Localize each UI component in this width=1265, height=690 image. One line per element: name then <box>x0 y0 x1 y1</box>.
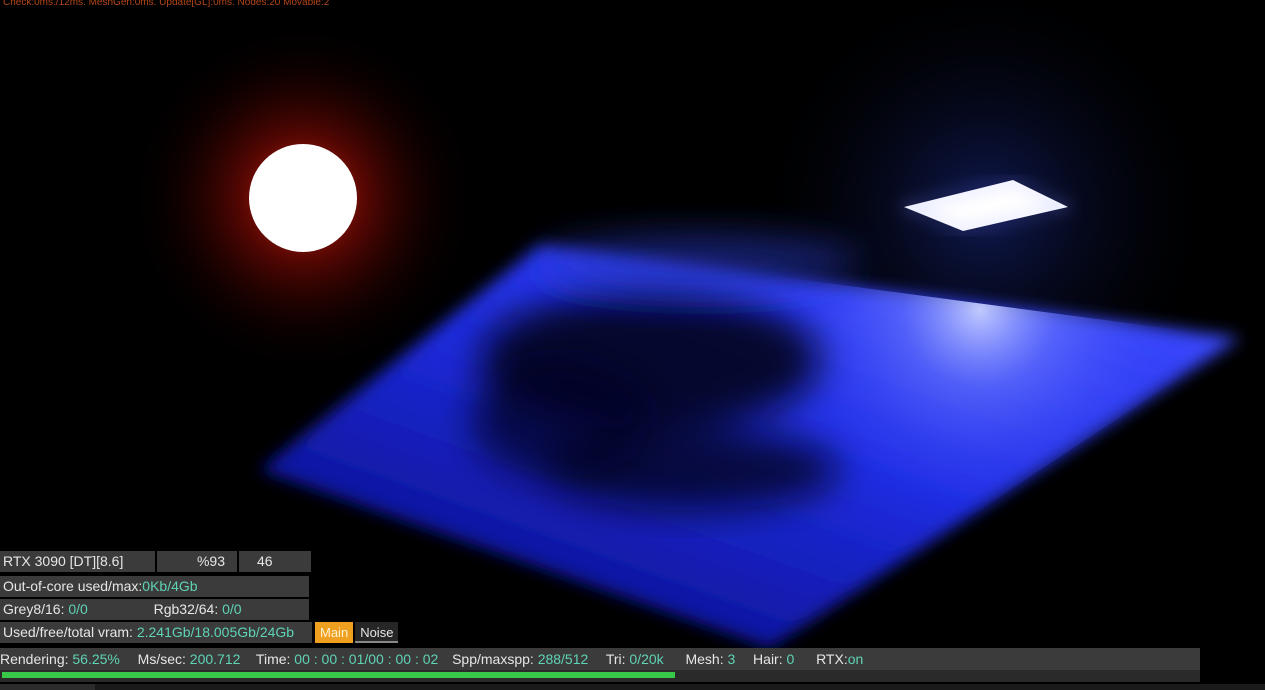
ms-label: Ms/sec: <box>137 651 190 667</box>
rendering-value: 56.25% <box>72 651 120 667</box>
hair-value: 0 <box>786 651 795 667</box>
bottom-strip-handle[interactable] <box>0 684 95 690</box>
ms-value: 200.712 <box>189 651 241 667</box>
mesh-value: 3 <box>727 651 736 667</box>
out-of-core-row: Out-of-core used/max:0Kb/4Gb <box>0 576 309 597</box>
spp-value: 288/512 <box>537 651 589 667</box>
mesh-label: Mesh: <box>685 651 728 667</box>
time-value: 00 : 00 : 01/00 : 00 : 02 <box>294 651 439 667</box>
rtx-label: RTX: <box>816 651 848 667</box>
out-of-core-value: 0Kb/4Gb <box>142 578 198 594</box>
out-of-core-label: Out-of-core used/max: <box>3 578 143 594</box>
vram-label: Used/free/total vram: <box>3 624 137 640</box>
tri-label: Tri: <box>605 651 630 667</box>
tri-value: 0/20k <box>629 651 664 667</box>
bottom-strip <box>0 684 1265 690</box>
rendering-label: Rendering: <box>0 651 73 667</box>
gpu-temperature: 46 <box>239 551 311 572</box>
rgb-label: Rgb32/64: <box>153 601 223 617</box>
grey-label: Grey8/16: <box>3 601 69 617</box>
render-progress-bar <box>0 670 1200 682</box>
grey-value: 0/0 <box>68 601 88 617</box>
tab-main[interactable]: Main <box>315 622 354 643</box>
render-status-bar: Rendering: 56.25% Ms/sec: 200.712 Time: … <box>0 648 1200 670</box>
vram-value: 2.241Gb/18.005Gb/24Gb <box>136 624 295 640</box>
rtx-value: on <box>847 651 864 667</box>
rgb-value: 0/0 <box>222 601 242 617</box>
tab-noise[interactable]: Noise <box>355 622 399 643</box>
debug-timing-text: Check:0ms./12ms. MeshGen:0ms. Update[GL]… <box>3 0 330 8</box>
time-label: Time: <box>255 651 295 667</box>
spp-label: Spp/maxspp: <box>452 651 538 667</box>
emissive-sphere[interactable] <box>249 144 357 252</box>
hair-label: Hair: <box>753 651 787 667</box>
texture-stats-row: Grey8/16: 0/0 Rgb32/64: 0/0 <box>0 599 309 620</box>
gpu-info-row: RTX 3090 [DT][8.6] %93 46 <box>0 551 311 572</box>
gpu-device-label: RTX 3090 [DT][8.6] <box>0 551 155 572</box>
gpu-usage-percent: %93 <box>157 551 237 572</box>
render-progress-fill <box>2 672 675 678</box>
vram-row: Used/free/total vram: 2.241Gb/18.005Gb/2… <box>0 622 399 643</box>
